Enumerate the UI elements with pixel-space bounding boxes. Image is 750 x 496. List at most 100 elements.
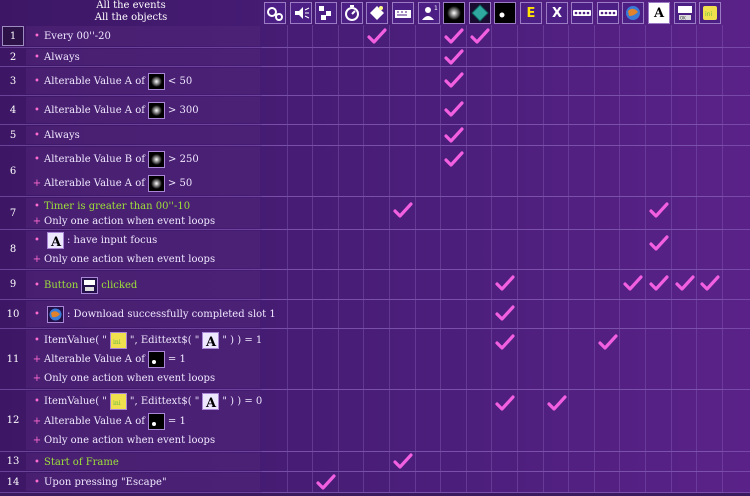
event-number[interactable]: 2 bbox=[2, 49, 24, 65]
action-cell[interactable] bbox=[390, 25, 416, 48]
action-cell[interactable] bbox=[364, 125, 390, 146]
action-cell[interactable] bbox=[595, 25, 620, 48]
condition-line[interactable]: • Alterable Value A of > 300 bbox=[30, 101, 199, 119]
action-cell[interactable] bbox=[262, 25, 288, 48]
action-cell[interactable] bbox=[390, 472, 416, 493]
action-cell[interactable] bbox=[364, 230, 390, 270]
action-cell[interactable] bbox=[595, 146, 620, 197]
event-number[interactable]: 5 bbox=[2, 126, 24, 144]
action-cell[interactable] bbox=[262, 390, 288, 452]
event-row[interactable]: 4 • Alterable Value A of > 300 bbox=[0, 96, 750, 125]
action-cell[interactable] bbox=[467, 329, 492, 390]
action-cell[interactable] bbox=[544, 96, 569, 125]
action-cell[interactable] bbox=[595, 329, 620, 390]
action-checkmark-icon[interactable] bbox=[495, 395, 515, 413]
action-cell[interactable] bbox=[364, 329, 390, 390]
event-number[interactable]: 9 bbox=[2, 271, 24, 298]
action-cell[interactable] bbox=[492, 67, 518, 96]
action-cell[interactable] bbox=[544, 390, 569, 452]
action-cell[interactable] bbox=[441, 125, 467, 146]
action-cell[interactable] bbox=[262, 67, 288, 96]
event-number[interactable]: 10 bbox=[2, 301, 24, 327]
action-cell[interactable] bbox=[288, 329, 313, 390]
condition-line[interactable]: • Every 00''-20 bbox=[30, 28, 111, 44]
event-row[interactable]: 7 • Timer is greater than 00''-10 + Only one… bbox=[0, 197, 750, 230]
action-cell[interactable] bbox=[467, 25, 492, 48]
action-checkmark-icon[interactable] bbox=[700, 275, 720, 293]
action-cell[interactable] bbox=[492, 25, 518, 48]
action-cell[interactable] bbox=[672, 329, 697, 390]
action-checkmark-icon[interactable] bbox=[675, 275, 695, 293]
action-cell[interactable] bbox=[262, 300, 288, 329]
sound-icon[interactable] bbox=[290, 2, 312, 24]
action-cell[interactable] bbox=[569, 390, 595, 452]
action-cell[interactable] bbox=[467, 146, 492, 197]
action-checkmark-icon[interactable] bbox=[444, 49, 464, 67]
action-cell[interactable] bbox=[467, 230, 492, 270]
event-conditions[interactable]: • Alterable Value A of < 50 bbox=[26, 68, 260, 94]
action-cell[interactable] bbox=[441, 270, 467, 300]
event-row[interactable]: 2 • Always bbox=[0, 48, 750, 67]
action-cell[interactable] bbox=[544, 67, 569, 96]
action-cell[interactable] bbox=[288, 452, 313, 472]
action-cell[interactable] bbox=[544, 146, 569, 197]
x-icon[interactable]: X bbox=[546, 2, 568, 24]
condition-line[interactable]: • Upon pressing "Escape" bbox=[30, 474, 167, 490]
action-cell[interactable] bbox=[595, 96, 620, 125]
action-cell[interactable] bbox=[569, 230, 595, 270]
action-cell[interactable] bbox=[364, 67, 390, 96]
condition-line[interactable]: • Alterable Value B of > 250 bbox=[30, 150, 199, 168]
action-cell[interactable] bbox=[672, 48, 697, 67]
action-cell[interactable] bbox=[262, 146, 288, 197]
action-cell[interactable] bbox=[288, 146, 313, 197]
action-checkmark-icon[interactable] bbox=[470, 28, 490, 46]
action-cell[interactable] bbox=[390, 329, 416, 390]
action-cell[interactable] bbox=[569, 197, 595, 230]
action-cell[interactable] bbox=[416, 300, 441, 329]
action-cell[interactable] bbox=[697, 472, 723, 493]
action-cell[interactable] bbox=[262, 125, 288, 146]
action-cell[interactable] bbox=[416, 67, 441, 96]
action-cell[interactable] bbox=[569, 472, 595, 493]
action-cell[interactable] bbox=[467, 125, 492, 146]
condition-line[interactable]: • A: have input focus bbox=[30, 231, 157, 249]
action-cell[interactable] bbox=[697, 390, 723, 452]
action-cell[interactable] bbox=[544, 230, 569, 270]
action-checkmark-icon[interactable] bbox=[444, 101, 464, 119]
text-a-icon[interactable]: A bbox=[648, 2, 670, 24]
action-cell[interactable] bbox=[569, 329, 595, 390]
action-cell[interactable] bbox=[492, 452, 518, 472]
action-checkmark-icon[interactable] bbox=[393, 202, 413, 220]
action-cell[interactable] bbox=[518, 452, 544, 472]
condition-line[interactable]: + Only one action when event loops bbox=[30, 370, 215, 386]
action-cell[interactable] bbox=[544, 472, 569, 493]
action-cell[interactable] bbox=[595, 300, 620, 329]
action-checkmark-icon[interactable] bbox=[495, 334, 515, 352]
condition-line[interactable]: • ItemValue( " ini ", Edittext$( " A " ) ) = … bbox=[30, 392, 262, 410]
action-cell[interactable] bbox=[416, 452, 441, 472]
action-cell[interactable] bbox=[467, 452, 492, 472]
ini-file-icon[interactable]: ini bbox=[699, 2, 721, 24]
action-cell[interactable] bbox=[569, 452, 595, 472]
action-cell[interactable] bbox=[339, 329, 364, 390]
event-row[interactable]: 14 • Upon pressing "Escape" bbox=[0, 472, 750, 493]
action-cell[interactable] bbox=[620, 96, 646, 125]
action-cell[interactable] bbox=[441, 472, 467, 493]
action-cell[interactable] bbox=[364, 472, 390, 493]
action-cell[interactable] bbox=[390, 125, 416, 146]
action-cell[interactable] bbox=[288, 270, 313, 300]
action-cell[interactable] bbox=[595, 67, 620, 96]
action-cell[interactable] bbox=[620, 452, 646, 472]
action-cell[interactable] bbox=[646, 452, 672, 472]
action-cell[interactable] bbox=[467, 48, 492, 67]
action-cell[interactable] bbox=[288, 230, 313, 270]
action-cell[interactable] bbox=[697, 329, 723, 390]
action-cell[interactable] bbox=[416, 48, 441, 67]
action-cell[interactable] bbox=[262, 472, 288, 493]
action-cell[interactable] bbox=[569, 48, 595, 67]
action-cell[interactable] bbox=[262, 197, 288, 230]
action-cell[interactable] bbox=[441, 146, 467, 197]
action-cell[interactable] bbox=[544, 48, 569, 67]
action-cell[interactable] bbox=[364, 390, 390, 452]
action-cell[interactable] bbox=[467, 390, 492, 452]
